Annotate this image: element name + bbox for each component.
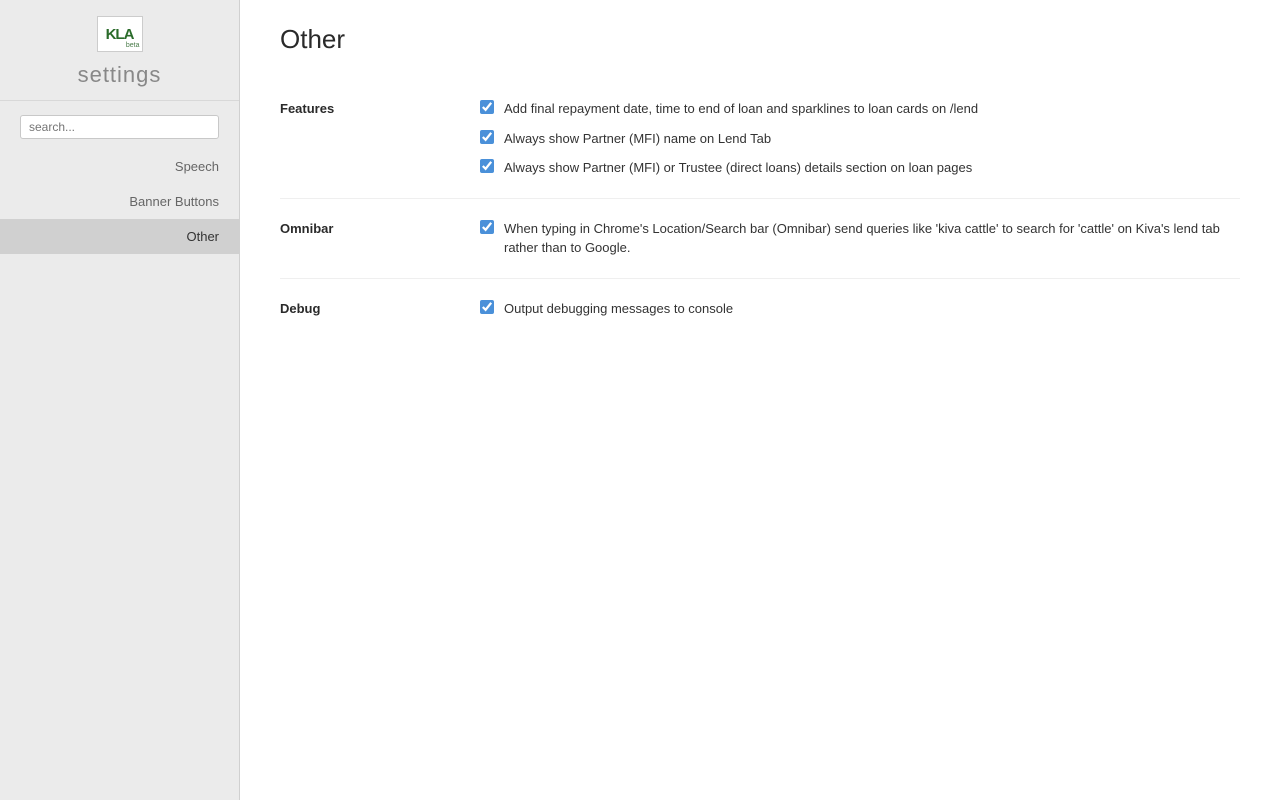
feature-1-row: Add final repayment date, time to end of… <box>480 99 1240 119</box>
feature-2-row: Always show Partner (MFI) name on Lend T… <box>480 129 1240 149</box>
omnibar-section: Omnibar When typing in Chrome's Location… <box>280 199 1240 279</box>
features-label: Features <box>280 99 480 178</box>
feature-1-checkbox[interactable] <box>480 100 494 114</box>
page-title: Other <box>280 24 1240 55</box>
features-section: Features Add final repayment date, time … <box>280 79 1240 199</box>
debug-section: Debug Output debugging messages to conso… <box>280 279 1240 339</box>
logo-text: KLA <box>106 27 134 42</box>
omnibar-1-label: When typing in Chrome's Location/Search … <box>504 219 1240 258</box>
search-area <box>0 101 239 149</box>
debug-content: Output debugging messages to console <box>480 299 1240 319</box>
sidebar-item-other[interactable]: Other <box>0 219 239 254</box>
sidebar-item-speech[interactable]: Speech <box>0 149 239 184</box>
omnibar-1-checkbox[interactable] <box>480 220 494 234</box>
feature-3-row: Always show Partner (MFI) or Trustee (di… <box>480 158 1240 178</box>
omnibar-label: Omnibar <box>280 219 480 258</box>
logo-beta: beta <box>126 42 140 49</box>
debug-label: Debug <box>280 299 480 319</box>
logo-box: KLA beta <box>97 16 143 52</box>
search-input[interactable] <box>20 115 219 139</box>
feature-2-label: Always show Partner (MFI) name on Lend T… <box>504 129 771 149</box>
debug-1-label: Output debugging messages to console <box>504 299 733 319</box>
features-content: Add final repayment date, time to end of… <box>480 99 1240 178</box>
feature-3-label: Always show Partner (MFI) or Trustee (di… <box>504 158 972 178</box>
omnibar-content: When typing in Chrome's Location/Search … <box>480 219 1240 258</box>
feature-2-checkbox[interactable] <box>480 130 494 144</box>
sidebar: KLA beta settings Speech Banner Buttons … <box>0 0 240 800</box>
feature-1-label: Add final repayment date, time to end of… <box>504 99 978 119</box>
debug-1-row: Output debugging messages to console <box>480 299 1240 319</box>
sidebar-item-banner-buttons[interactable]: Banner Buttons <box>0 184 239 219</box>
omnibar-1-row: When typing in Chrome's Location/Search … <box>480 219 1240 258</box>
debug-1-checkbox[interactable] <box>480 300 494 314</box>
feature-3-checkbox[interactable] <box>480 159 494 173</box>
header-area: KLA beta settings <box>0 0 239 101</box>
nav-list: Speech Banner Buttons Other <box>0 149 239 254</box>
app-title: settings <box>78 62 162 88</box>
main-content: Other Features Add final repayment date,… <box>240 0 1280 800</box>
